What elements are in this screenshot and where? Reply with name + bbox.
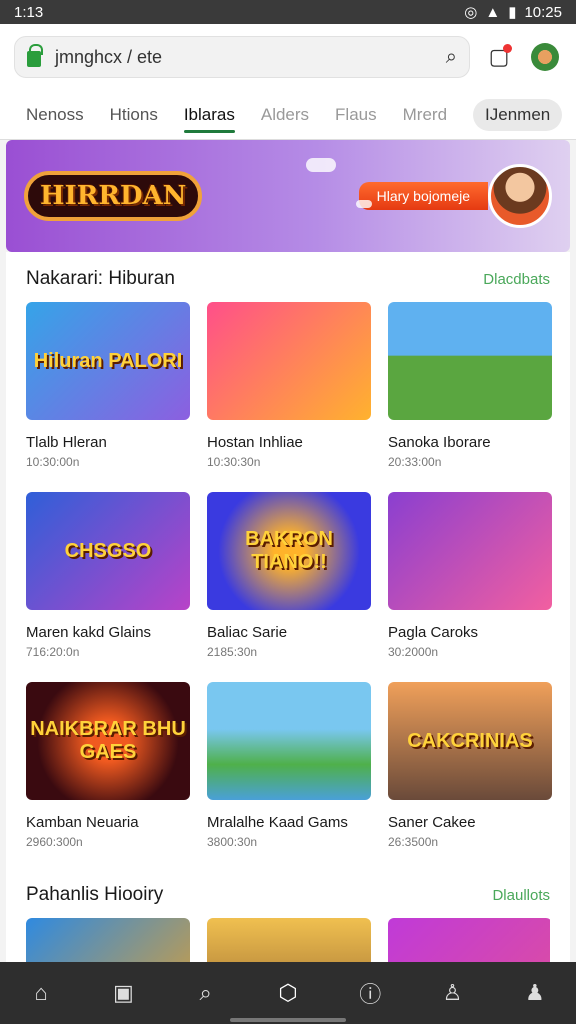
section-hiburan: Nakarari: Hiburan Dlacdbats Hiluran PALO… [6,252,570,872]
game-title: Hostan Inhliae [207,434,303,451]
game-title: Mralalhe Kaad Gams [207,814,348,831]
game-thumbnail [388,492,552,610]
tab-flaus[interactable]: Flaus [335,95,377,135]
game-title: Sanoka Iborare [388,434,491,451]
see-all-link[interactable]: Dlaullots [492,887,550,904]
game-card[interactable]: NAIKBRAR BHU GAES Kamban Neuaria 2960:300n [26,682,190,872]
promo-label: Hlary bojomeje [358,182,488,210]
tab-ijenmen[interactable]: IJenmen [473,98,563,131]
game-grid: Hiluran PALORI Tlalb Hleran 10:30:00n Host… [26,302,552,872]
game-meta: 3800:30n [207,835,258,849]
home-indicator [230,1018,346,1022]
game-thumbnail [388,302,552,420]
game-card[interactable]: Hostan Inhliae 10:30:30n [207,302,371,492]
game-title: Baliac Sarie [207,624,288,641]
avatar[interactable] [528,40,562,74]
game-thumbnail [207,302,371,420]
category-tabs: Nenoss Htions Iblaras Alders Flaus Mrerd… [0,90,576,140]
game-thumbnail [207,682,371,800]
game-meta: 716:20:0n [26,645,80,659]
game-thumbnail: NAIKBRAR BHU GAES [26,682,190,800]
see-all-link[interactable]: Dlacdbats [483,271,550,288]
info-icon[interactable]: ⓘ [355,978,385,1008]
promo-callout[interactable]: Hlary bojomeje [358,164,552,228]
address-bar: jmnghcx / ete ⌕ ▢ [0,24,576,90]
lock-icon [27,44,43,67]
game-card[interactable]: CAKCRINIAS Saner Cakee 26:3500n [388,682,552,872]
game-title: Pagla Caroks [388,624,479,641]
game-meta: 20:33:00n [388,455,442,469]
game-card[interactable]: CHSGSO Maren kakd Glains 716:20:0n [26,492,190,682]
url-field[interactable]: jmnghcx / ete ⌕ [14,36,470,78]
game-title: Kamban Neuaria [26,814,139,831]
status-clock: 10:25 [524,3,562,21]
game-thumbnail: Hiluran PALORI [26,302,190,420]
banner-logo: HIRRDAN [24,171,203,221]
game-title: Saner Cakee [388,814,476,831]
tab-mrerd[interactable]: Mrerd [403,95,447,135]
game-title: Maren kakd Glains [26,624,152,641]
game-card[interactable]: Hiluran PALORI Tlalb Hleran 10:30:00n [26,302,190,492]
game-meta: 10:30:00n [26,455,80,469]
profile-icon[interactable]: ♙ [438,978,468,1008]
section-title: Pahanlis Hiooiry [26,884,164,905]
cloud-decoration [306,158,336,172]
home-icon[interactable]: ⌂ [26,978,56,1008]
search-icon[interactable]: ⌕ [446,46,457,69]
game-meta: 2185:30n [207,645,258,659]
game-thumbnail: BAKRON TIANO!! [207,492,371,610]
alarm-icon: ◎ [464,4,478,21]
status-bar: 1:13 ◎ ▲ ▮ 10:25 [0,0,576,24]
game-meta: 30:2000n [388,645,439,659]
game-meta: 26:3500n [388,835,439,849]
game-card[interactable]: Mralalhe Kaad Gams 3800:30n [207,682,371,872]
tabs-icon[interactable]: ▣ [108,978,138,1008]
game-card[interactable]: Pagla Caroks 30:2000n [388,492,552,682]
cloud-decoration [356,200,372,208]
game-meta: 2960:300n [26,835,83,849]
url-text: jmnghcx / ete [55,46,163,67]
game-thumbnail: CAKCRINIAS [388,682,552,800]
bottom-navbar: ⌂ ▣ ⌕ ⬡ ⓘ ♙ ♟ [0,962,576,1024]
character-avatar [488,164,552,228]
tab-htions[interactable]: Htions [110,95,158,135]
battery-icon: ▮ [508,4,517,21]
game-meta: 10:30:30n [207,455,261,469]
game-title: Tlalb Hleran [26,434,107,451]
status-time: 1:13 [14,3,44,21]
account-icon[interactable]: ♟ [520,978,550,1008]
game-card[interactable]: Sanoka Iborare 20:33:00n [388,302,552,492]
tab-nenoss[interactable]: Nenoss [26,95,84,135]
section-title: Nakarari: Hiburan [26,268,175,289]
promo-banner[interactable]: HIRRDAN Hlary bojomeje [6,140,570,252]
tab-iblaras[interactable]: Iblaras [183,95,235,135]
wifi-icon: ▲ [485,3,501,21]
shield-icon[interactable]: ⬡ [273,978,303,1008]
game-card[interactable]: BAKRON TIANO!! Baliac Sarie 2185:30n [207,492,371,682]
game-thumbnail: CHSGSO [26,492,190,610]
search-icon[interactable]: ⌕ [191,978,221,1008]
notifications-icon[interactable]: ▢ [482,40,516,74]
tab-alders[interactable]: Alders [261,95,309,135]
